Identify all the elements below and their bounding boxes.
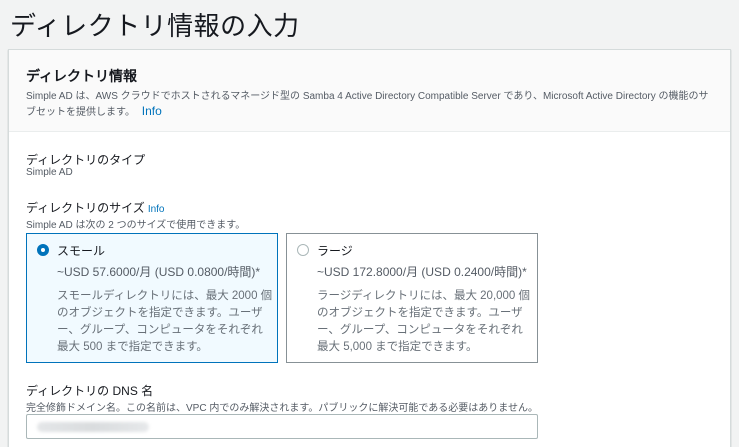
panel-title: ディレクトリ情報 (26, 68, 138, 84)
size-option-large[interactable]: ラージ ~USD 172.8000/月 (USD 0.2400/時間)* ラージ… (286, 233, 538, 363)
directory-size-info-link[interactable]: Info (148, 204, 165, 215)
redacted-value (37, 421, 149, 432)
page-title: ディレクトリ情報の入力 (10, 11, 300, 41)
radio-selected-icon[interactable] (37, 244, 49, 256)
radio-unselected-icon[interactable] (297, 244, 309, 256)
panel-description-text: Simple AD は、AWS クラウドでホストされるマネージド型の Samba… (26, 91, 709, 118)
directory-size-hint: Simple AD は次の 2 つのサイズで使用できます。 (26, 220, 246, 231)
size-option-small-price: ~USD 57.6000/月 (USD 0.0800/時間)* (57, 265, 261, 279)
size-option-small-head: スモール (37, 242, 267, 258)
panel-header: ディレクトリ情報 Simple AD は、AWS クラウドでホストされるマネージ… (9, 50, 730, 132)
directory-info-panel: ディレクトリ情報 Simple AD は、AWS クラウドでホストされるマネージ… (8, 49, 731, 447)
dns-name-input[interactable] (26, 414, 538, 439)
size-option-large-head: ラージ (297, 242, 527, 258)
size-option-large-description: ラージディレクトリには、最大 20,000 個のオブジェクトを指定できます。ユー… (317, 290, 531, 353)
size-option-large-name: ラージ (317, 243, 353, 258)
dns-name-hint: 完全修飾ドメイン名。この名前は、VPC 内でのみ解決されます。パブリックに解決可… (26, 403, 538, 414)
size-option-large-price: ~USD 172.8000/月 (USD 0.2400/時間)* (317, 265, 527, 279)
directory-size-label-text: ディレクトリのサイズ (26, 201, 145, 215)
panel-description: Simple AD は、AWS クラウドでホストされるマネージド型の Samba… (26, 90, 716, 120)
size-option-small-description: スモールディレクトリには、最大 2000 個のオブジェクトを指定できます。ユーザ… (57, 290, 273, 353)
directory-size-label: ディレクトリのサイズ Info (26, 199, 165, 216)
dns-name-label: ディレクトリの DNS 名 (26, 384, 154, 398)
panel-info-link[interactable]: Info (142, 104, 162, 118)
size-option-small[interactable]: スモール ~USD 57.6000/月 (USD 0.0800/時間)* スモー… (26, 233, 278, 363)
size-option-small-name: スモール (57, 243, 106, 258)
directory-type-label: ディレクトリのタイプ (26, 153, 146, 167)
directory-type-value: Simple AD (26, 167, 73, 178)
